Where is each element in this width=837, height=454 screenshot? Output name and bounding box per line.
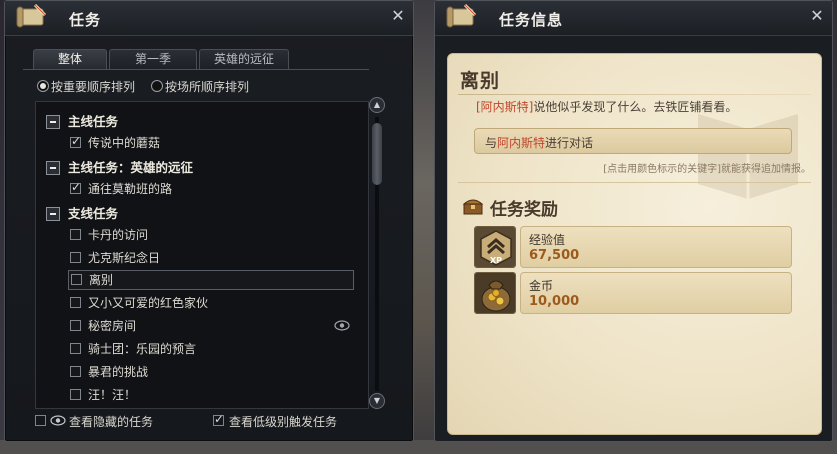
scroll-up-icon[interactable]: ▲ (369, 97, 385, 113)
list-item[interactable]: 传说中的蘑菇 (70, 134, 270, 153)
reward-value: 10,000 (529, 294, 580, 309)
close-icon[interactable]: ✕ (389, 7, 407, 25)
reward-panel: 金币 10,000 (520, 272, 792, 314)
reward-divider (458, 182, 811, 183)
reward-xp: XP 经验值 67,500 (474, 226, 792, 268)
collapse-icon[interactable] (46, 161, 60, 175)
reward-panel: 经验值 67,500 (520, 226, 792, 268)
list-item[interactable]: 骑士团：乐园的预言 (70, 341, 320, 359)
quest-track-checkbox[interactable] (70, 180, 81, 194)
sort-by-importance-radio[interactable] (37, 80, 49, 92)
quest-track-checkbox[interactable] (70, 252, 81, 263)
objective-prefix: 与 (485, 136, 498, 150)
keyword-link[interactable]: [阿内斯特] (476, 100, 533, 114)
background-ground (0, 440, 837, 454)
quest-track-checkbox[interactable] (70, 343, 81, 354)
list-item[interactable]: 卡丹的访问 (70, 227, 270, 245)
xp-icon-text: XP (490, 256, 502, 265)
quest-track-checkbox[interactable] (70, 229, 81, 240)
tab-season-one[interactable]: 第一季 (109, 49, 197, 69)
tab-divider (23, 69, 369, 70)
list-item[interactable]: 又小又可爱的红色家伙 (70, 295, 320, 313)
scroll-thumb[interactable] (372, 123, 382, 185)
background-scene (414, 0, 434, 454)
list-item[interactable]: 汪！汪！ (70, 387, 270, 405)
keyword-hint: [点击用颜色标示的关键字]就能获得追加情报。 (603, 164, 811, 175)
quest-category-side[interactable]: 支线任务 (46, 206, 246, 224)
quest-item-label: 传说中的蘑菇 (88, 136, 161, 150)
quest-info-window: 任务信息 ✕ 离别 [阿内斯特]说他似乎发现了什么。去铁匠铺看看。 与阿内斯特进… (434, 0, 833, 442)
sort-by-location-radio[interactable] (151, 80, 163, 92)
collapse-icon[interactable] (46, 115, 60, 129)
sort-by-location-label[interactable]: 按场所顺序排列 (165, 78, 249, 95)
quest-item-label: 通往莫勒班的路 (88, 182, 173, 196)
quest-item-label: 又小又可爱的红色家伙 (88, 296, 209, 310)
xp-icon: XP (474, 226, 516, 268)
quest-objective: 与阿内斯特进行对话 (474, 128, 792, 154)
list-item-selected[interactable]: 离别 (68, 270, 354, 290)
quest-item-label: 骑士团：乐园的预言 (88, 342, 197, 356)
quest-item-label: 离别 (89, 273, 114, 287)
quest-scroll-icon (16, 3, 47, 28)
collapse-icon[interactable] (46, 207, 60, 221)
quest-window-title: 任务 (69, 11, 102, 29)
tab-overall[interactable]: 整体 (33, 49, 107, 69)
show-low-level-label[interactable]: 查看低级别触发任务 (229, 413, 337, 430)
quest-track-checkbox[interactable] (70, 320, 81, 331)
list-item[interactable]: 暴君的挑战 (70, 364, 270, 382)
quest-item-label: 尤克斯纪念日 (88, 251, 161, 265)
tab-heroes-expedition[interactable]: 英雄的远征 (199, 49, 289, 69)
quest-category-label: 主线任务：英雄的远征 (68, 160, 194, 175)
list-item[interactable]: 秘密房间 (70, 318, 354, 336)
title-divider (458, 94, 811, 95)
close-icon[interactable]: ✕ (808, 7, 826, 25)
quest-track-checkbox[interactable] (71, 274, 82, 285)
quest-track-checkbox[interactable] (70, 297, 81, 308)
eye-icon[interactable] (334, 320, 350, 331)
reward-gold: 金币 10,000 (474, 272, 792, 314)
scroll-down-icon[interactable]: ▼ (369, 393, 385, 409)
eye-icon (50, 415, 66, 426)
quest-item-label: 暴君的挑战 (88, 365, 149, 379)
chest-icon (462, 199, 484, 215)
quest-window: 任务 ✕ 整体 第一季 英雄的远征 按重要顺序排列 按场所顺序排列 主线任务 传… (4, 0, 414, 442)
quest-scroll-icon (446, 3, 477, 28)
show-low-level-checkbox[interactable] (213, 412, 224, 426)
objective-text: 与阿内斯特进行对话 (485, 134, 593, 151)
quest-track-checkbox[interactable] (70, 134, 81, 148)
quest-item-label: 卡丹的访问 (88, 228, 149, 242)
objective-suffix: 进行对话 (545, 136, 594, 150)
reward-label: 经验值 (529, 233, 566, 247)
show-hidden-checkbox[interactable] (35, 415, 46, 426)
quest-category-label: 支线任务 (68, 206, 119, 221)
quest-description: [阿内斯特]说他似乎发现了什么。去铁匠铺看看。 (476, 98, 737, 115)
quest-track-checkbox[interactable] (70, 389, 81, 400)
quest-detail-panel: 离别 [阿内斯特]说他似乎发现了什么。去铁匠铺看看。 与阿内斯特进行对话 [点击… (447, 53, 822, 435)
gold-coin-bag-icon (474, 272, 516, 314)
quest-name: 离别 (460, 70, 501, 92)
reward-title: 任务奖励 (490, 200, 558, 220)
quest-track-checkbox[interactable] (70, 366, 81, 377)
sort-by-importance-label[interactable]: 按重要顺序排列 (51, 78, 135, 95)
quest-category-main[interactable]: 主线任务 (46, 114, 246, 132)
list-item[interactable]: 尤克斯纪念日 (70, 250, 270, 268)
quest-category-label: 主线任务 (68, 114, 119, 129)
quest-category-main-expedition[interactable]: 主线任务：英雄的远征 (46, 160, 296, 178)
quest-list-scrollbar[interactable]: ▲ ▼ (369, 97, 385, 411)
quest-info-title: 任务信息 (499, 11, 564, 29)
quest-list: 主线任务 传说中的蘑菇 主线任务：英雄的远征 通往莫勒班的路 支线任务 卡丹的访… (35, 101, 369, 409)
list-item[interactable]: 通往莫勒班的路 (70, 180, 270, 199)
keyword-link[interactable]: 阿内斯特 (497, 136, 545, 150)
reward-value: 67,500 (529, 248, 580, 263)
quest-item-label: 汪！汪！ (88, 388, 137, 402)
quest-window-titlebar[interactable]: 任务 ✕ (5, 1, 413, 36)
show-hidden-label[interactable]: 查看隐藏的任务 (69, 413, 153, 430)
quest-item-label: 秘密房间 (88, 319, 137, 333)
quest-info-titlebar[interactable]: 任务信息 ✕ (435, 1, 832, 36)
reward-label: 金币 (529, 279, 554, 293)
description-text: 说他似乎发现了什么。去铁匠铺看看。 (533, 100, 738, 114)
